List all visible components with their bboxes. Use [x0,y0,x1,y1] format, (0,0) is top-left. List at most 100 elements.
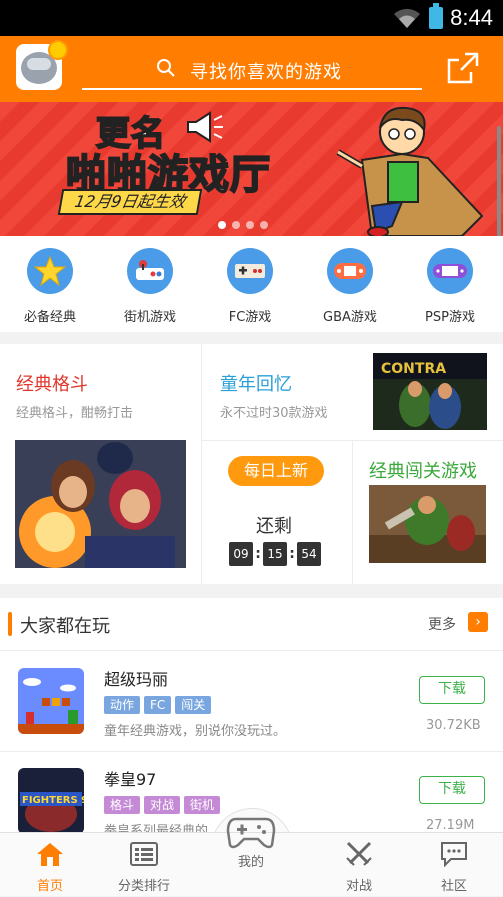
category-fc[interactable]: FC游戏 [200,248,300,325]
tab-battle[interactable]: 对战 [309,833,409,897]
list-icon [130,842,158,866]
star-icon [27,248,73,294]
thumb-caption: FIGHTERS 97 [22,795,84,806]
category-label: GBA游戏 [323,310,377,325]
chat-bubble-icon [441,842,467,868]
tab-community[interactable]: 社区 [404,833,503,897]
tab-mine[interactable]: 我的 [201,817,301,897]
feature-subtitle: 永不过时30款游戏 [220,406,328,421]
download-button[interactable]: 下载 [419,776,485,804]
download-button[interactable]: 下载 [419,676,485,704]
category-label: 街机游戏 [123,310,176,325]
share-icon[interactable] [445,50,481,86]
gamepad-icon [226,817,276,849]
search-placeholder: 寻找你喜欢的游戏 [190,62,342,83]
banner-pagination[interactable] [218,214,274,233]
game-title: 超级玛丽 [104,670,169,689]
psp-console-icon [427,248,473,294]
chevron-right-icon[interactable]: › [468,612,488,632]
promo-banner[interactable]: 更名 啪啪游戏厅 12月9日起生效 [0,102,503,236]
crossed-swords-icon [346,841,372,866]
fighting-game-artwork [15,440,186,568]
daily-new-badge[interactable]: 每日上新 [228,456,324,486]
game-tag: 街机 [184,796,221,814]
game-tag: 动作 [104,696,141,714]
divider [0,650,503,651]
tab-category-ranking[interactable]: 分类排行 [94,833,194,897]
svg-text:CONTRA: CONTRA [381,361,446,377]
category-classic[interactable]: 必备经典 [0,248,100,325]
gba-console-icon [327,248,373,294]
banner-dot[interactable] [260,221,268,229]
game-description: 童年经典游戏，别说你没玩过。 [104,724,287,739]
game-tags: 格斗 对战 街机 [104,794,224,814]
category-label: FC游戏 [228,310,272,325]
category-row: 必备经典 街机游戏 FC游戏 GBA游戏 PSP游戏 [0,236,503,332]
cartoon-character-illustration [336,106,484,236]
category-label: PSP游戏 [425,310,475,325]
game-tag: FC [144,696,172,714]
contra-game-artwork: CONTRA [373,353,487,430]
game-thumbnail: FIGHTERS 97 [18,768,84,834]
arcade-joystick-icon [127,248,173,294]
tab-label: 我的 [237,855,264,870]
feature-subtitle: 经典格斗，酣畅打击 [16,406,134,421]
battery-icon [429,3,443,29]
game-tags: 动作 FC 闯关 [104,694,215,714]
game-tag: 格斗 [104,796,141,814]
section-accent-bar [8,612,12,636]
category-gba[interactable]: GBA游戏 [300,248,400,325]
scrollbar[interactable] [497,126,501,254]
feature-title: 经典格斗 [16,374,88,395]
megaphone-icon [187,111,223,143]
fc-controller-icon [227,248,273,294]
game-title: 拳皇97 [104,770,157,789]
search-icon [157,59,175,77]
feature-title: 经典闯关游戏 [369,461,477,482]
beat-em-up-artwork [369,485,486,563]
feature-classic-fight[interactable]: 经典格斗 经典格斗，酣畅打击 [0,344,201,584]
home-icon [37,843,63,866]
popular-section: 大家都在玩 更多 › 超级玛丽 动作 FC 闯关 童年经典游戏，别说你没玩过。 下载… [0,598,503,839]
level-badge-icon [48,40,68,60]
remaining-label: 还剩 [256,516,292,537]
game-tag: 闯关 [175,696,212,714]
category-label: 必备经典 [23,310,76,325]
feature-level-games[interactable]: 经典闯关游戏 [353,441,503,584]
tab-label: 社区 [440,879,467,894]
search-bar[interactable]: 寻找你喜欢的游戏 [82,50,422,90]
feature-childhood[interactable]: 童年回忆 永不过时30款游戏 CONTRA [202,344,503,440]
game-size: 30.72KB [426,718,481,733]
timer-seconds: 54 [297,542,321,566]
banner-dot[interactable] [218,221,226,229]
timer-colon: : [255,546,261,562]
game-size: 27.19M [426,818,475,833]
timer-colon: : [289,546,295,562]
banner-subtitle: 12月9日起生效 [57,189,203,215]
tab-label: 分类排行 [117,879,170,894]
banner-dot[interactable] [246,221,254,229]
feature-title: 童年回忆 [220,374,292,395]
section-title: 大家都在玩 [20,616,110,637]
tab-home[interactable]: 首页 [0,833,100,897]
feature-grid: 经典格斗 经典格斗，酣畅打击 童年回忆 永不过时30款游戏 CONTRA 每日上… [0,344,503,584]
clock: 8:44 [450,5,493,30]
timer-minutes: 15 [263,542,287,566]
banner-dot[interactable] [232,221,240,229]
bottom-tab-bar: 首页 分类排行 我的 对战 社区 [0,817,503,897]
tab-label: 首页 [36,879,63,894]
game-thumbnail [18,668,84,734]
category-arcade[interactable]: 街机游戏 [100,248,200,325]
game-tag: 对战 [144,796,181,814]
wifi-icon [394,8,420,28]
avatar-eyes [27,58,51,70]
game-list-item[interactable]: 超级玛丽 动作 FC 闯关 童年经典游戏，别说你没玩过。 下载 30.72KB [0,652,503,752]
tab-label: 对战 [345,879,372,894]
category-psp[interactable]: PSP游戏 [400,248,500,325]
top-bar: 寻找你喜欢的游戏 [0,36,503,102]
timer-hours: 09 [229,542,253,566]
avatar[interactable] [16,40,68,90]
countdown-timer: 09:15:54 [229,542,321,566]
status-bar: 8:44 [0,0,503,36]
more-link[interactable]: 更多 [428,614,456,634]
